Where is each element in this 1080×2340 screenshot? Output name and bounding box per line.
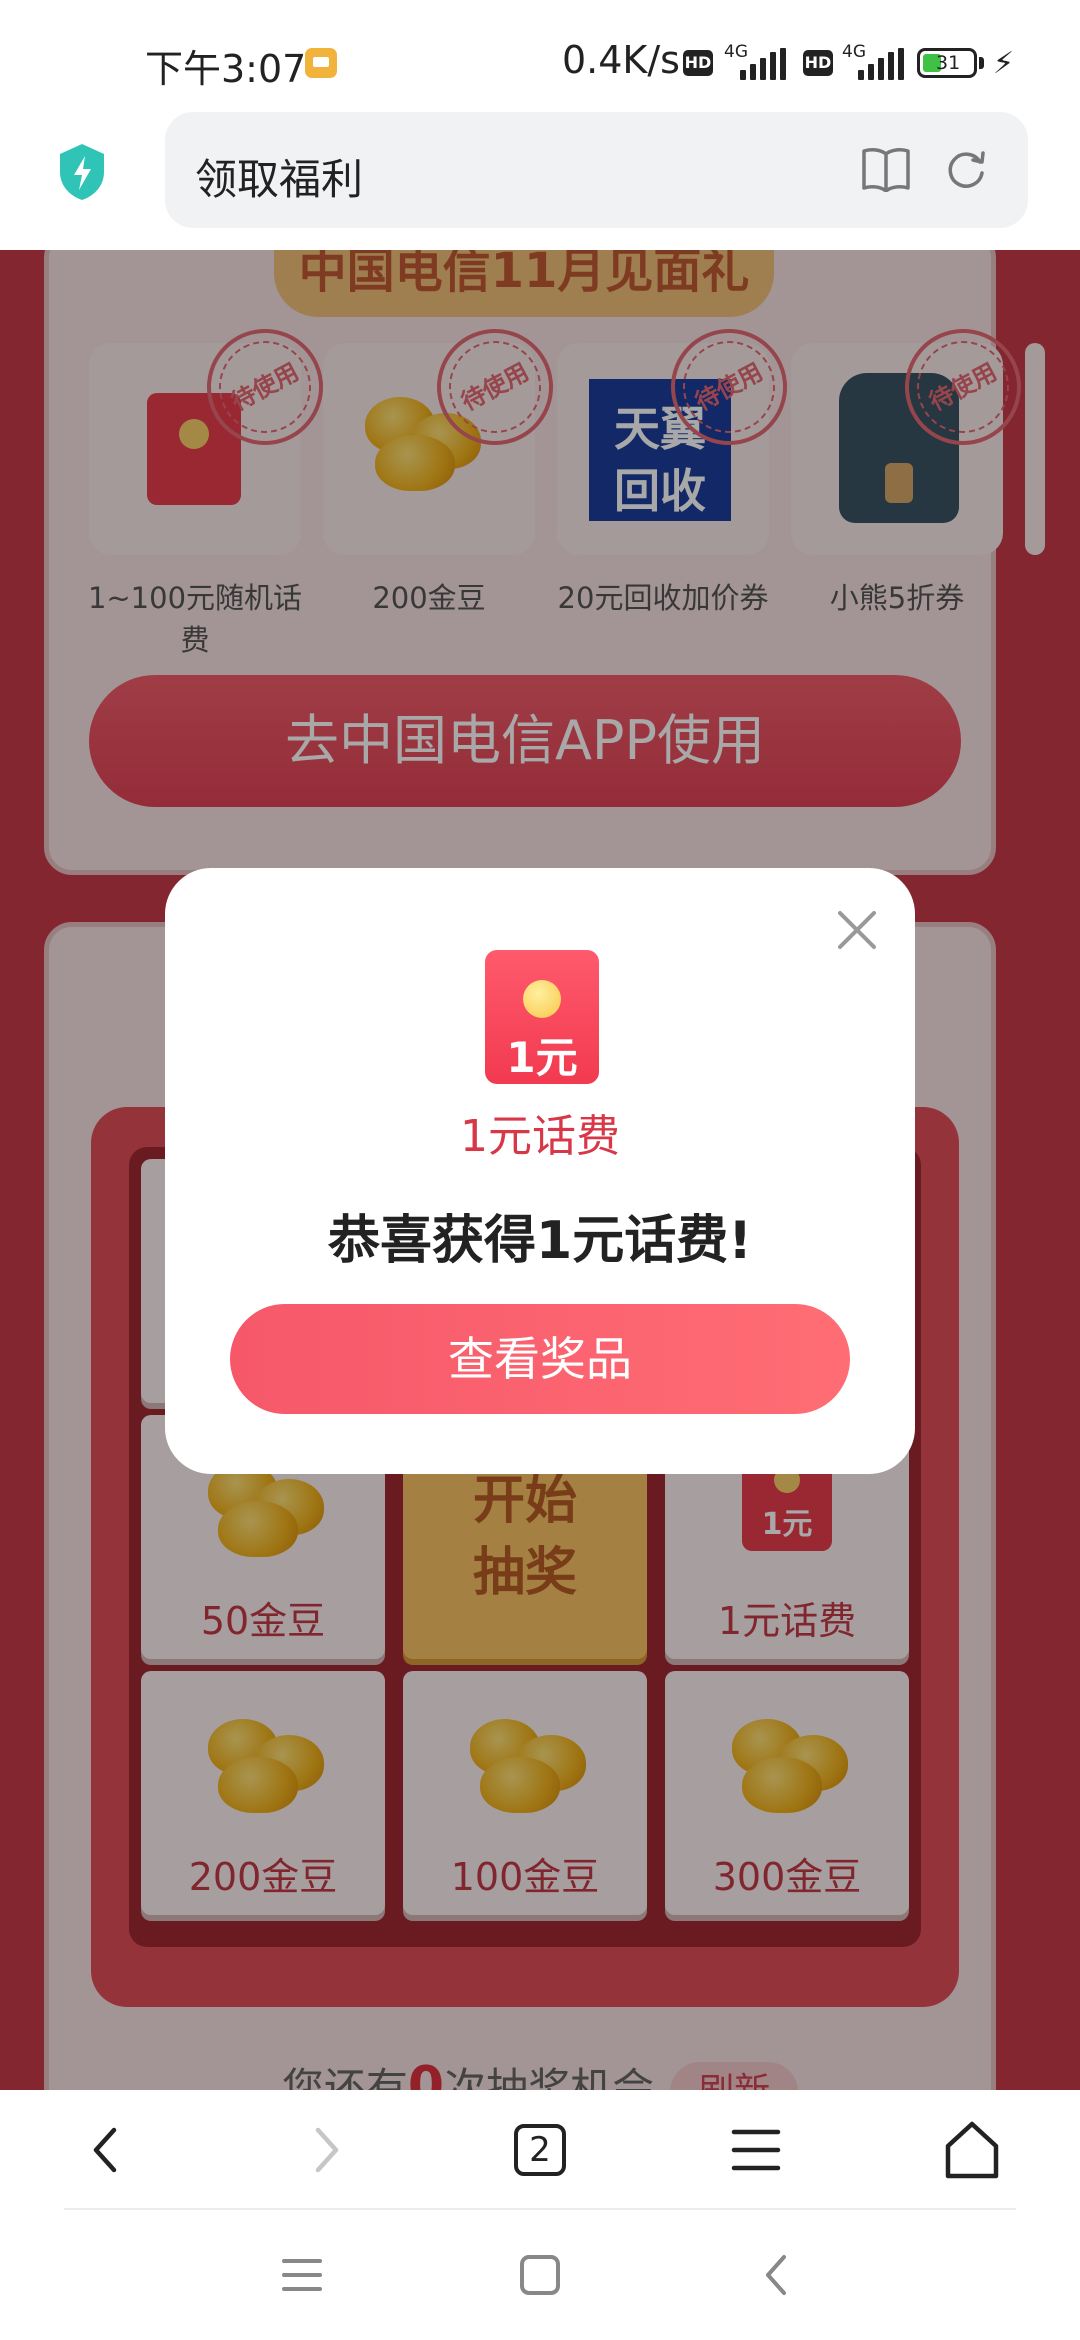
home-icon[interactable]: [922, 2090, 1022, 2210]
browser-toolbar: 2: [0, 2090, 1080, 2210]
hd-icon: HD: [683, 50, 713, 76]
home-nav-icon[interactable]: [500, 2245, 580, 2305]
message-notification-icon: [305, 48, 337, 78]
tab-count: 2: [514, 2124, 566, 2176]
reader-mode-icon[interactable]: [860, 146, 912, 192]
back-icon[interactable]: [56, 2090, 156, 2210]
address-bar-row: 领取福利: [0, 112, 1080, 250]
network-speed: 0.4K/s: [562, 38, 680, 82]
battery-icon: 31: [917, 48, 977, 78]
forward-icon[interactable]: [276, 2090, 376, 2210]
menu-icon[interactable]: [706, 2090, 806, 2210]
view-prize-button[interactable]: 查看奖品: [230, 1304, 850, 1414]
back-nav-icon[interactable]: [738, 2245, 818, 2305]
status-bar: 下午3:07 0.4K/s HD 4G HD 4G 31 ⚡: [0, 0, 1080, 112]
dialog-title: 恭喜获得1元话费!: [328, 1211, 752, 1271]
hd-icon-2: HD: [803, 50, 833, 76]
reload-icon[interactable]: [943, 146, 989, 192]
red-envelope-icon: 1元: [485, 950, 599, 1084]
signal-icon-2: [858, 48, 904, 80]
page-title: 领取福利: [195, 155, 364, 204]
system-navigation-bar: [0, 2210, 1080, 2340]
prize-name: 1元话费: [460, 1111, 620, 1162]
prize-dialog: 1元 1元话费 恭喜获得1元话费! 查看奖品: [165, 868, 915, 1474]
battery-tip: [979, 57, 984, 69]
close-icon[interactable]: [833, 906, 881, 954]
battery-level: 31: [936, 52, 961, 74]
security-shield-icon[interactable]: [56, 142, 108, 202]
tabs-button[interactable]: 2: [490, 2090, 590, 2210]
charging-icon: ⚡: [993, 46, 1015, 81]
status-time: 下午3:07: [145, 47, 307, 91]
signal-icon-1: [740, 48, 786, 80]
address-bar[interactable]: 领取福利: [165, 112, 1028, 228]
envelope-amount: 1元: [506, 1033, 578, 1082]
recent-apps-icon[interactable]: [262, 2245, 342, 2305]
